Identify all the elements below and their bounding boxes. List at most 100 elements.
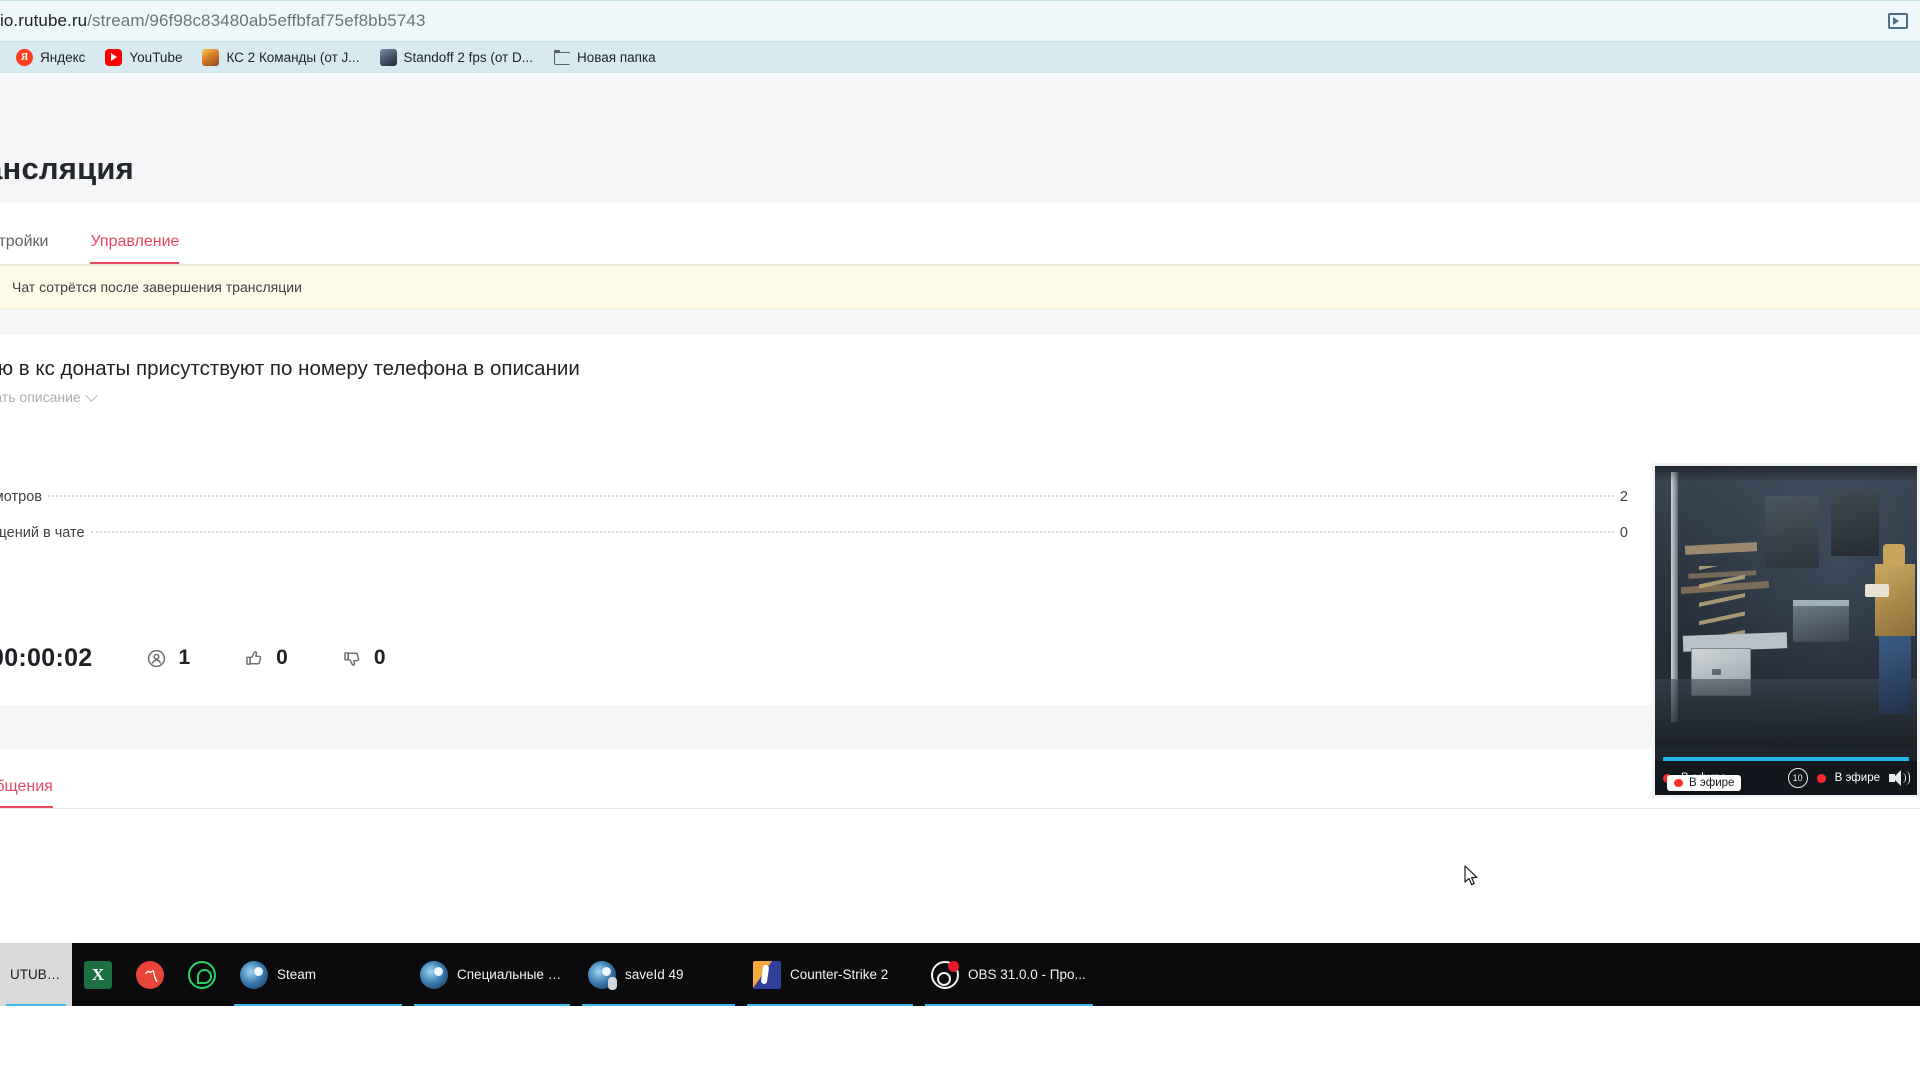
taskbar-active-underline (414, 1003, 570, 1006)
taskbar-active-underline (925, 1003, 1093, 1006)
stat-label: Просмотров (0, 489, 42, 505)
photo-thumbnail-icon (202, 48, 220, 66)
character-weapon (1865, 584, 1889, 597)
url-path: /stream/96f98c83480ab5effbfaf75ef8bb5743 (87, 11, 426, 30)
stats-list: Просмотров 2 Сообщений в чате 0 (0, 489, 1920, 561)
bookmark-cs2-teams[interactable]: КС 2 Команды (от J... (194, 46, 367, 69)
section-gap (0, 309, 1920, 335)
bookmarks-bar: Я Яндекс YouTube КС 2 Команды (от J... S… (0, 42, 1920, 73)
url-host: io.rutube.ru (0, 11, 88, 30)
taskbar-item-special-programs[interactable]: Специальные пр... (408, 943, 576, 1006)
tab-settings[interactable]: Настройки (0, 233, 48, 264)
show-description-label: Показать описание (0, 389, 81, 405)
game-scene (1655, 466, 1917, 795)
bookmark-label: Яндекс (40, 49, 86, 65)
page-title: Трансляция (0, 151, 134, 186)
taskbar-active-underline (747, 1003, 913, 1006)
bookmark-label: КС 2 Команды (от J... (226, 49, 360, 65)
page-content: Трансляция Настройки Управление Чат сотр… (0, 73, 1920, 1006)
taskbar-window-chip[interactable]: UTUBE и... (0, 943, 72, 1006)
address-bar[interactable]: io.rutube.ru/stream/96f98c83480ab5effbfa… (0, 0, 1876, 42)
windows-taskbar: UTUBE и... X 〽 Steam Специальные пр... (0, 943, 1920, 1006)
character-body (1875, 564, 1915, 636)
notice-text: Чат сотрётся после завершения трансляции (12, 279, 302, 295)
bookmark-new-folder[interactable]: Новая папка (545, 46, 664, 69)
metric-dislikes: 0 (342, 646, 386, 670)
taskbar-item-saveid-49[interactable]: saveId 49 (576, 943, 741, 1006)
live-tooltip: В эфире (1667, 775, 1742, 791)
taskbar-item-browser[interactable]: UTUBE и... (0, 943, 72, 1006)
taskbar-label: OBS 31.0.0 - Про... (968, 967, 1086, 982)
stat-value: 2 (1619, 489, 1628, 505)
viewers-value: 1 (178, 646, 191, 669)
dot-leader (48, 495, 1614, 497)
taskbar-item-app-red[interactable]: 〽 (124, 943, 176, 1006)
bookmark-youtube[interactable]: YouTube (97, 46, 190, 69)
taskbar-label: Специальные пр... (457, 967, 564, 982)
taskbar-item-obs[interactable]: OBS 31.0.0 - Про... (919, 943, 1099, 1006)
character-legs (1879, 634, 1911, 714)
dot-leader (90, 531, 1614, 533)
microphone-icon (608, 976, 617, 990)
yandex-icon: Я (16, 48, 33, 66)
thumbs-up-icon (246, 650, 262, 665)
section-tabs: Настройки Управление (0, 203, 1920, 265)
scene-character (1863, 544, 1917, 724)
taskbar-item-excel[interactable]: X (72, 943, 124, 1006)
live-dot-icon (1816, 773, 1826, 783)
likes-value: 0 (276, 646, 288, 669)
recording-indicator-icon (948, 960, 959, 972)
player-top-gradient (1655, 466, 1917, 482)
stream-title: играю в кс донаты присутствуют по номеру… (0, 357, 580, 380)
section-divider (0, 705, 1920, 749)
taskbar-label: Steam (277, 967, 317, 982)
stat-label: Сообщений в чате (0, 525, 85, 541)
duration-value: 00:00:02 (0, 643, 93, 672)
youtube-icon (105, 48, 123, 66)
bookmark-yandex[interactable]: Я Яндекс (8, 46, 93, 69)
app-red-icon: 〽 (136, 960, 164, 989)
excel-icon: X (84, 960, 112, 989)
taskbar-label: Counter-Strike 2 (790, 967, 889, 982)
chat-erase-notice: Чат сотрётся после завершения трансляции (0, 265, 1920, 309)
browser-chrome: io.rutube.ru/stream/96f98c83480ab5effbfa… (0, 0, 1920, 73)
mouse-cursor (1464, 865, 1478, 886)
thumbs-down-icon (344, 651, 360, 666)
viewer-icon (148, 649, 166, 667)
whatsapp-icon (188, 960, 216, 989)
taskbar-active-underline (6, 1003, 66, 1006)
taskbar-item-counter-strike-2[interactable]: Counter-Strike 2 (741, 943, 919, 1006)
obs-icon (931, 960, 959, 989)
character-head (1883, 544, 1905, 566)
stat-row-chat-messages: Сообщений в чате 0 (0, 525, 1920, 561)
skip-forward-10-icon[interactable]: 10 (1787, 768, 1808, 788)
dislikes-value: 0 (373, 646, 386, 669)
live-badge[interactable]: В эфире (1835, 772, 1880, 784)
steam-mic-icon (588, 960, 617, 990)
chevron-down-icon (84, 388, 98, 402)
live-dot-icon (1674, 779, 1683, 787)
stat-value: 0 (1619, 525, 1628, 541)
metric-viewers: 1 (146, 646, 190, 670)
bookmark-label: YouTube (129, 49, 183, 65)
scene-locker (1765, 496, 1819, 568)
taskbar-label: saveId 49 (625, 967, 684, 982)
bookmark-label: Новая папка (577, 49, 656, 65)
steam-icon (420, 960, 448, 989)
metric-duration: 00:00:02 (0, 644, 92, 673)
omnibar-row: io.rutube.ru/stream/96f98c83480ab5effbfa… (0, 0, 1920, 42)
steam-icon (240, 960, 268, 989)
scene-crate (1793, 600, 1849, 642)
tab-messages[interactable]: Сообщения (0, 778, 53, 808)
speaker-icon[interactable] (1889, 770, 1910, 786)
bookmark-standoff2-fps[interactable]: Standoff 2 fps (от D... (372, 46, 541, 69)
metrics-bar: 00:00:02 1 0 0 (0, 635, 1920, 681)
photo-thumbnail-icon (379, 48, 397, 66)
cast-media-button[interactable] (1876, 0, 1920, 42)
counter-strike-icon (753, 960, 781, 989)
taskbar-item-steam[interactable]: Steam (228, 943, 408, 1006)
video-preview-player[interactable]: В эфире 10 В эфире В эфире (1652, 463, 1920, 798)
tab-management[interactable]: Управление (90, 233, 179, 264)
show-description-toggle[interactable]: Показать описание (0, 388, 98, 405)
taskbar-item-whatsapp[interactable] (176, 943, 228, 1006)
